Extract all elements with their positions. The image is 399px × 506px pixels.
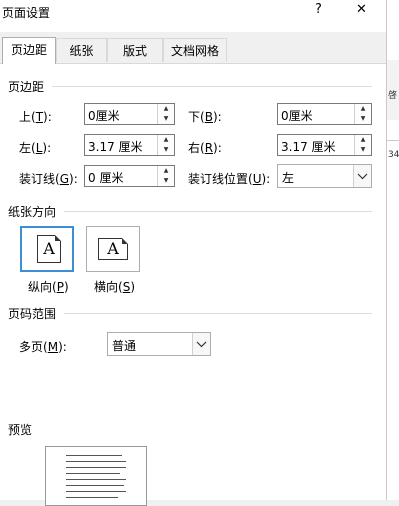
preview-page: [45, 446, 147, 506]
top-margin-label: 上(T):: [19, 110, 52, 124]
top-margin-spinner[interactable]: 0厘米 ▲ ▼: [84, 103, 175, 125]
tab-paper[interactable]: 纸张: [56, 38, 107, 62]
preview-line: [66, 491, 126, 492]
preview-line: [66, 497, 118, 498]
multiple-pages-select[interactable]: 普通: [107, 332, 211, 356]
pages-divider: [64, 313, 372, 314]
gutter-spinner[interactable]: 0 厘米 ▲ ▼: [84, 165, 175, 187]
portrait-label: 纵向(P): [28, 280, 69, 294]
gutter-position-select[interactable]: 左: [277, 164, 372, 188]
spin-down-icon[interactable]: ▼: [354, 145, 371, 155]
chevron-down-icon[interactable]: [192, 333, 210, 355]
landscape-label: 横向(S): [94, 280, 136, 294]
right-margin-label: 右(R):: [188, 141, 222, 155]
spin-down-icon[interactable]: ▼: [157, 145, 174, 155]
gutter-value[interactable]: 0 厘米: [88, 169, 123, 186]
portrait-button[interactable]: A: [20, 226, 74, 272]
top-margin-value[interactable]: 0厘米: [88, 107, 120, 124]
gutter-position-label: 装订线位置(U):: [188, 172, 271, 186]
preview-line: [66, 473, 120, 474]
multiple-pages-value: 普通: [112, 339, 137, 353]
preview-line: [66, 455, 122, 456]
bottom-margin-value[interactable]: 0厘米: [281, 107, 313, 124]
gutter-label: 装订线(G):: [19, 172, 78, 186]
left-margin-spinner[interactable]: 3.17 厘米 ▲ ▼: [84, 134, 175, 156]
preview-heading: 预览: [8, 423, 33, 437]
orientation-divider: [64, 211, 372, 212]
right-margin-spinner[interactable]: 3.17 厘米 ▲ ▼: [277, 134, 372, 156]
landscape-page-icon: A: [98, 238, 128, 260]
tab-doc-grid[interactable]: 文档网格: [163, 38, 227, 62]
dialog-title: 页面设置: [2, 6, 51, 20]
preview-line: [66, 485, 124, 486]
tab-layout[interactable]: 版式: [107, 38, 163, 62]
portrait-page-icon: A: [37, 235, 61, 263]
spin-down-icon[interactable]: ▼: [354, 114, 371, 124]
background-text: 啓: [388, 91, 398, 101]
margins-heading: 页边距: [8, 80, 45, 94]
bottom-margin-label: 下(B):: [188, 110, 222, 124]
spin-down-icon[interactable]: ▼: [157, 176, 174, 186]
tab-margins[interactable]: 页边距: [2, 37, 56, 64]
close-button[interactable]: ✕: [356, 2, 367, 17]
landscape-button[interactable]: A: [86, 226, 140, 272]
orientation-heading: 纸张方向: [8, 205, 57, 219]
margins-divider: [52, 86, 372, 87]
multiple-pages-label: 多页(M):: [19, 340, 67, 354]
preview-line: [66, 479, 126, 480]
left-margin-label: 左(L):: [19, 141, 52, 155]
preview-line: [66, 467, 126, 468]
right-margin-value[interactable]: 3.17 厘米: [281, 138, 336, 155]
preview-line: [66, 461, 126, 462]
title-bar: [0, 0, 386, 32]
help-button[interactable]: ?: [315, 2, 322, 17]
chevron-down-icon[interactable]: [353, 165, 371, 187]
background-ruler-number: 34: [388, 150, 399, 160]
left-margin-value[interactable]: 3.17 厘米: [88, 138, 143, 155]
gutter-position-value: 左: [282, 171, 295, 185]
bottom-margin-spinner[interactable]: 0厘米 ▲ ▼: [277, 103, 372, 125]
background-divider: [387, 140, 399, 141]
spin-down-icon[interactable]: ▼: [157, 114, 174, 124]
pages-heading: 页码范围: [8, 307, 57, 321]
